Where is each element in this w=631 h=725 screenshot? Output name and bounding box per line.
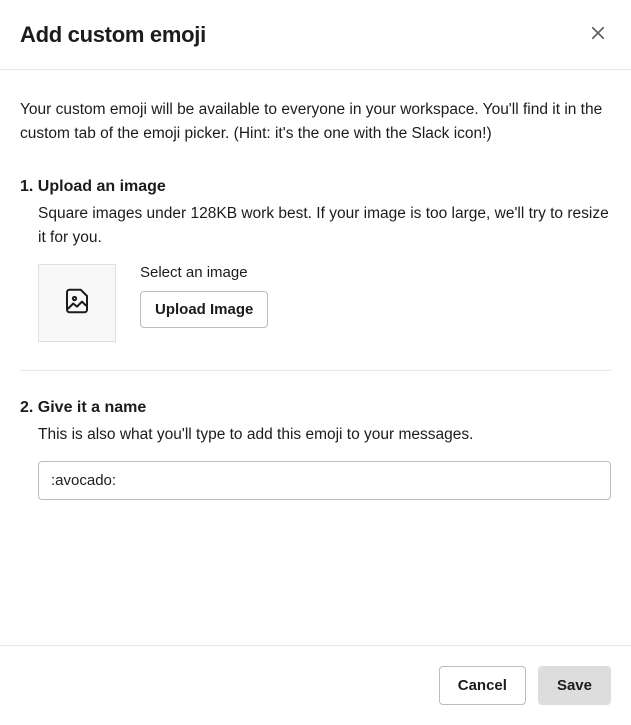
upload-image-button[interactable]: Upload Image: [140, 291, 268, 328]
modal-header: Add custom emoji: [0, 0, 631, 70]
upload-side: Select an image Upload Image: [140, 264, 268, 328]
image-preview-box: [38, 264, 116, 342]
modal-title: Add custom emoji: [20, 22, 206, 48]
image-placeholder-icon: [62, 286, 92, 321]
select-image-label: Select an image: [140, 264, 268, 281]
section-divider: [20, 370, 611, 371]
save-button[interactable]: Save: [538, 666, 611, 705]
step-upload: 1. Upload an image Square images under 1…: [20, 178, 611, 342]
upload-row: Select an image Upload Image: [38, 264, 611, 342]
modal-footer: Cancel Save: [0, 645, 631, 725]
emoji-name-input[interactable]: [38, 461, 611, 500]
close-icon: [589, 24, 607, 45]
cancel-button[interactable]: Cancel: [439, 666, 526, 705]
intro-text: Your custom emoji will be available to e…: [20, 98, 611, 146]
modal-body: Your custom emoji will be available to e…: [0, 70, 631, 645]
step2-description: This is also what you'll type to add thi…: [38, 423, 611, 447]
step1-heading: 1. Upload an image: [20, 178, 611, 196]
step2-heading: 2. Give it a name: [20, 399, 611, 417]
step1-description: Square images under 128KB work best. If …: [38, 202, 611, 250]
step-name: 2. Give it a name This is also what you'…: [20, 399, 611, 500]
close-button[interactable]: [585, 20, 611, 49]
